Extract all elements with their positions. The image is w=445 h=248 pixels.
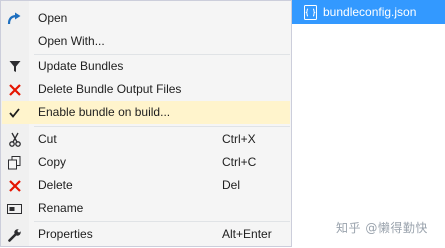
menu-item-label: Delete Bundle Output Files bbox=[38, 82, 182, 96]
menu-item-delete[interactable]: Delete Del bbox=[2, 174, 290, 197]
red-x-icon bbox=[6, 81, 23, 98]
solution-explorer-selected-file[interactable]: bundleconfig.json bbox=[282, 0, 445, 24]
menu-item-shortcut: Alt+Enter bbox=[222, 227, 272, 241]
menu-separator bbox=[34, 221, 290, 222]
menu-item-label: Delete bbox=[38, 178, 73, 192]
menu-item-delete-bundle-output[interactable]: Delete Bundle Output Files bbox=[2, 78, 290, 101]
menu-item-properties[interactable]: Properties Alt+Enter bbox=[2, 223, 290, 246]
menu-item-label: Open With... bbox=[38, 34, 105, 48]
menu-item-label: Update Bundles bbox=[38, 59, 124, 73]
funnel-icon bbox=[6, 58, 23, 75]
rename-icon bbox=[6, 200, 23, 217]
json-file-icon bbox=[304, 4, 317, 20]
menu-item-label: Open bbox=[38, 11, 68, 25]
menu-item-open[interactable]: Open bbox=[2, 7, 290, 30]
menu-item-label: Cut bbox=[38, 132, 57, 146]
checkmark-icon bbox=[6, 104, 23, 121]
menu-item-copy[interactable]: Copy Ctrl+C bbox=[2, 151, 290, 174]
wrench-icon bbox=[6, 226, 23, 243]
menu-item-label: Rename bbox=[38, 201, 84, 215]
context-menu: Open Open With... Update Bundles Delete … bbox=[0, 0, 292, 247]
file-name: bundleconfig.json bbox=[323, 5, 417, 19]
open-arrow-icon bbox=[6, 10, 23, 27]
menu-item-update-bundles[interactable]: Update Bundles bbox=[2, 55, 290, 78]
menu-item-label: Enable bundle on build... bbox=[38, 105, 171, 119]
scissors-icon bbox=[6, 131, 23, 148]
menu-item-shortcut: Del bbox=[222, 178, 241, 192]
menu-item-cut[interactable]: Cut Ctrl+X bbox=[2, 128, 290, 151]
menu-item-enable-bundle-on-build[interactable]: Enable bundle on build... bbox=[2, 101, 290, 124]
menu-separator bbox=[34, 126, 290, 127]
red-x-icon bbox=[6, 177, 23, 194]
menu-item-rename[interactable]: Rename bbox=[2, 197, 290, 220]
menu-item-shortcut: Ctrl+C bbox=[222, 155, 257, 169]
menu-item-label: Properties bbox=[38, 227, 93, 241]
menu-item-label: Copy bbox=[38, 155, 67, 169]
watermark: 知乎 @懒得勤快 bbox=[336, 221, 428, 235]
menu-item-shortcut: Ctrl+X bbox=[222, 132, 256, 146]
menu-item-open-with[interactable]: Open With... bbox=[2, 30, 290, 53]
copy-icon bbox=[6, 154, 23, 171]
